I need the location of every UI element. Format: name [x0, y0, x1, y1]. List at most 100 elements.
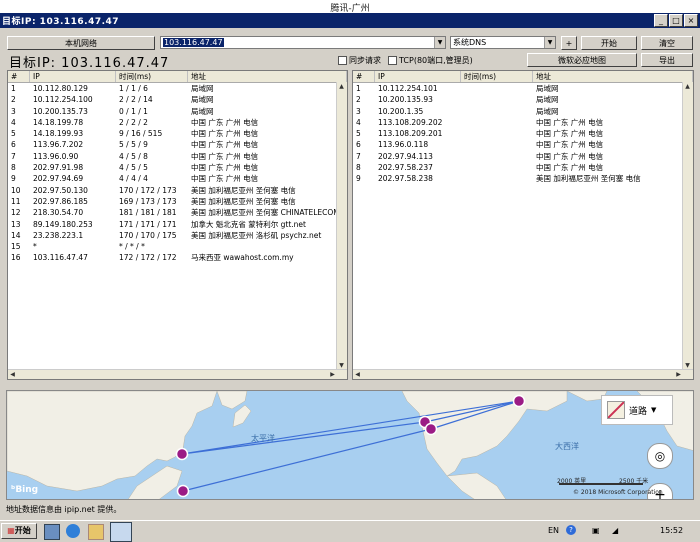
column-header-address[interactable]: 地址 — [188, 71, 347, 82]
clear-button[interactable]: 清空 — [641, 36, 693, 50]
hop-marker[interactable] — [512, 394, 526, 408]
table-cell: 5 / 5 / 9 — [119, 140, 148, 150]
bing-logo: ᵇBing — [11, 485, 39, 495]
table-row[interactable]: 5 14.18.199.93 9 / 16 / 515 中国 广东 广州 电信 — [8, 128, 347, 139]
table-row[interactable]: 1 10.112.254.101 局域网 — [353, 83, 693, 94]
table-cell: 中国 广东 广州 电信 — [191, 163, 259, 173]
table-row[interactable]: 9 202.97.58.238 美国 加利福尼亚州 圣何塞 电信 — [353, 173, 693, 184]
chevron-down-icon[interactable]: ▼ — [434, 37, 445, 48]
status-bar: 地址数据信息由 ipip.net 提供。 — [6, 505, 122, 514]
hop-marker[interactable] — [424, 422, 438, 436]
table-cell: 6 — [11, 140, 16, 150]
app-header-bar: 目标IP: 103.116.47.47 _ □ × — [0, 13, 700, 28]
table-cell: 12 — [11, 208, 21, 218]
table-cell: 15 — [11, 242, 21, 252]
column-header-address[interactable]: 地址 — [533, 71, 693, 82]
table-row[interactable]: 12 218.30.54.70 181 / 181 / 181 美国 加利福尼亚州 圣… — [8, 207, 347, 218]
scroll-left-icon[interactable]: ◀ — [353, 370, 362, 379]
table-row[interactable]: 4 113.108.209.202 中国 广东 广州 电信 — [353, 117, 693, 128]
table-cell: 美国 加利福尼亚州 洛杉矶 psychz.net — [191, 230, 322, 240]
ms-map-button[interactable]: 微软必应地图 — [527, 53, 637, 67]
scroll-up-icon[interactable]: ▲ — [683, 82, 692, 91]
minimize-button[interactable]: _ — [654, 14, 668, 27]
table-row[interactable]: 3 10.200.135.73 0 / 1 / 1 局域网 — [8, 106, 347, 117]
column-header-ip[interactable]: IP — [375, 71, 461, 82]
table-row[interactable]: 13 89.149.180.253 171 / 171 / 171 加拿大 魁北克省 … — [8, 219, 347, 230]
table-row[interactable]: 16 103.116.47.47 172 / 172 / 172 马来西亚 wawah… — [8, 252, 347, 263]
table-row[interactable]: 2 10.112.254.100 2 / 2 / 14 局域网 — [8, 94, 347, 105]
checkbox-icon — [338, 56, 347, 65]
table-row[interactable]: 1 10.112.80.129 1 / 1 / 6 局域网 — [8, 83, 347, 94]
vertical-scrollbar[interactable]: ▲ ▼ — [336, 82, 347, 370]
table-cell: 中国 广东 广州 电信 — [191, 117, 259, 127]
scroll-right-icon[interactable]: ▶ — [674, 370, 683, 379]
table-cell: 5 — [11, 129, 16, 139]
column-header-time[interactable]: 时间(ms) — [461, 71, 533, 82]
route-map[interactable]: 太平洋 大西洋 道路 ▼ ◎ + ᵇBing 2000 英里 2500 千米 ©… — [6, 390, 694, 500]
ie-icon[interactable] — [66, 524, 80, 538]
sync-request-checkbox[interactable]: 同步请求 — [338, 55, 381, 66]
start-menu-button[interactable]: ▦开始 — [1, 523, 37, 539]
table-row[interactable]: 4 14.18.199.78 2 / 2 / 2 中国 广东 广州 电信 — [8, 117, 347, 128]
column-header-index[interactable]: # — [353, 71, 375, 82]
table-row[interactable]: 6 113.96.7.202 5 / 5 / 9 中国 广东 广州 电信 — [8, 139, 347, 150]
table-row[interactable]: 8 202.97.91.98 4 / 5 / 5 中国 广东 广州 电信 — [8, 162, 347, 173]
target-ip-input[interactable]: 103.116.47.47 ▼ — [160, 36, 446, 49]
table-row[interactable]: 6 113.96.0.118 中国 广东 广州 电信 — [353, 139, 693, 150]
close-button[interactable]: × — [684, 14, 698, 27]
table-row[interactable]: 15 * * / * / * — [8, 241, 347, 252]
hop-marker[interactable] — [175, 447, 189, 461]
table-cell: 202.97.58.238 — [378, 174, 433, 184]
network-tray-icon[interactable]: ▣ — [592, 526, 600, 535]
table-row[interactable]: 3 10.200.1.35 局域网 — [353, 106, 693, 117]
clock[interactable]: 15:52 — [660, 526, 683, 535]
table-row[interactable]: 8 202.97.58.237 中国 广东 广州 电信 — [353, 162, 693, 173]
table-row[interactable]: 9 202.97.94.69 4 / 4 / 4 中国 广东 广州 电信 — [8, 173, 347, 184]
table-row[interactable]: 7 113.96.0.90 4 / 5 / 8 中国 广东 广州 电信 — [8, 151, 347, 162]
table-row[interactable]: 14 23.238.223.1 170 / 170 / 175 美国 加利福尼亚州 洛… — [8, 230, 347, 241]
table-row[interactable]: 2 10.200.135.93 局域网 — [353, 94, 693, 105]
server-manager-icon[interactable] — [44, 524, 60, 540]
column-header-time[interactable]: 时间(ms) — [116, 71, 188, 82]
table-row[interactable]: 10 202.97.50.130 170 / 172 / 173 美国 加利福尼亚州 … — [8, 185, 347, 196]
volume-tray-icon[interactable]: ◢ — [612, 526, 618, 535]
export-button[interactable]: 导出 — [641, 53, 693, 67]
table-row[interactable]: 7 202.97.94.113 中国 广东 广州 电信 — [353, 151, 693, 162]
scroll-up-icon[interactable]: ▲ — [337, 82, 346, 91]
local-network-button[interactable]: 本机网络 — [7, 36, 155, 50]
start-button[interactable]: 开始 — [581, 36, 637, 50]
help-icon[interactable]: ? — [566, 525, 576, 535]
table-cell: 2 — [356, 95, 361, 105]
table-cell: 89.149.180.253 — [33, 219, 93, 229]
tcp-checkbox[interactable]: TCP(80端口,管理员) — [388, 55, 473, 66]
column-header-index[interactable]: # — [8, 71, 30, 82]
scroll-left-icon[interactable]: ◀ — [8, 370, 17, 379]
table-cell: 13 — [11, 219, 21, 229]
language-indicator[interactable]: EN — [548, 526, 559, 535]
locate-icon[interactable]: ◎ — [647, 443, 673, 469]
table-cell — [461, 83, 533, 94]
table-cell: 103.116.47.47 — [33, 253, 88, 263]
horizontal-scrollbar[interactable]: ◀ ▶ — [8, 369, 347, 379]
table-cell: 4 / 5 / 8 — [119, 151, 148, 161]
traceroute-app-taskbar-button[interactable] — [110, 522, 132, 542]
table-cell: 16 — [11, 253, 21, 263]
chevron-down-icon[interactable]: ▼ — [544, 37, 555, 48]
dns-select[interactable]: 系统DNS ▼ — [450, 36, 556, 49]
table-cell: 202.97.94.113 — [378, 151, 433, 161]
scroll-right-icon[interactable]: ▶ — [328, 370, 337, 379]
hop-marker[interactable] — [176, 484, 190, 498]
map-type-selector[interactable]: 道路 ▼ — [601, 395, 673, 425]
table-header: # IP 时间(ms) 地址 — [8, 71, 347, 83]
vertical-scrollbar[interactable]: ▲ ▼ — [682, 82, 693, 370]
table-row[interactable]: 5 113.108.209.201 中国 广东 广州 电信 — [353, 128, 693, 139]
table-row[interactable]: 11 202.97.86.185 169 / 173 / 173 美国 加利福尼亚州 … — [8, 196, 347, 207]
folder-icon[interactable] — [88, 524, 104, 540]
table-cell: 4 / 4 / 4 — [119, 174, 148, 184]
table-cell — [461, 162, 533, 173]
column-header-ip[interactable]: IP — [30, 71, 116, 82]
horizontal-scrollbar[interactable]: ◀ ▶ — [353, 369, 693, 379]
maximize-button[interactable]: □ — [669, 14, 683, 27]
table-cell: 202.97.50.130 — [33, 185, 88, 195]
add-button[interactable]: + — [561, 36, 577, 50]
